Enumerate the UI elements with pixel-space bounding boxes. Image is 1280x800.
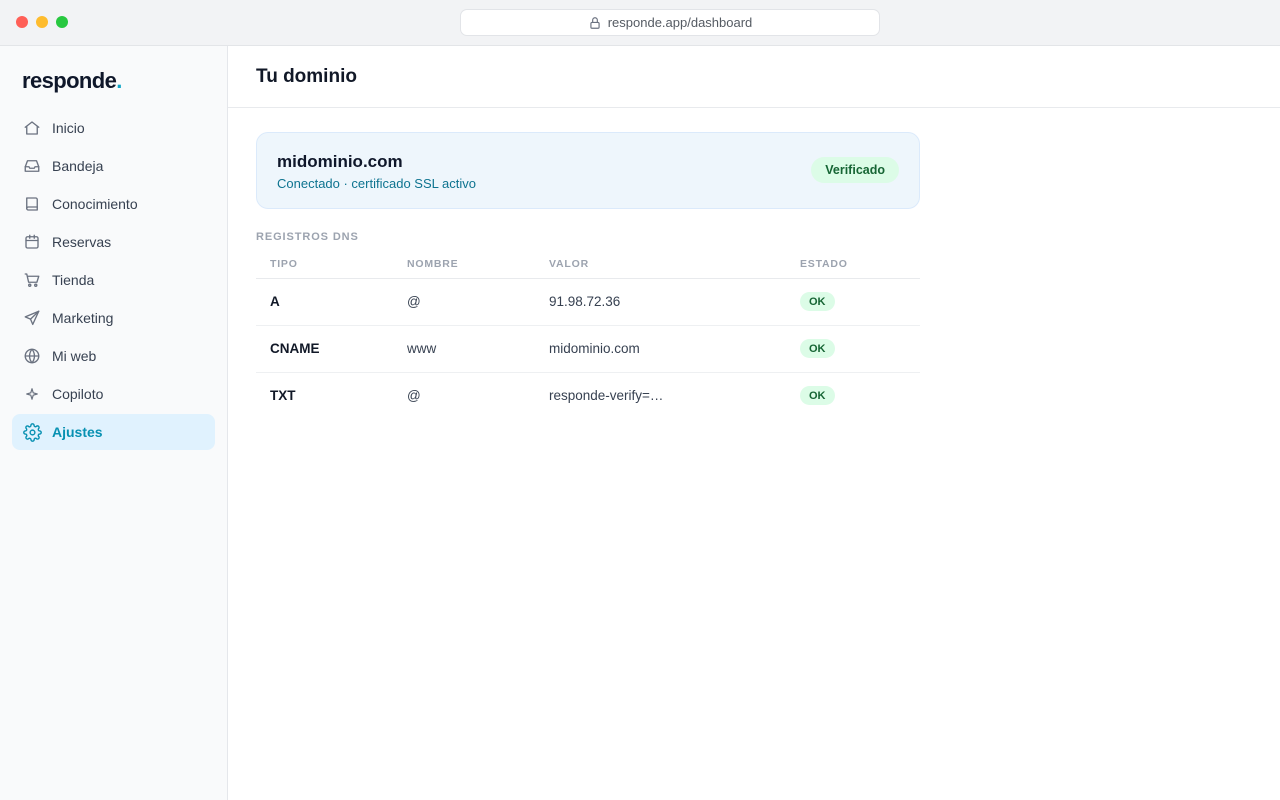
sidebar-item-label: Bandeja	[52, 158, 104, 174]
close-window-button[interactable]	[16, 16, 28, 28]
logo-dot: .	[116, 68, 122, 93]
sidebar-item-bandeja[interactable]: Bandeja	[12, 148, 215, 184]
column-header-nombre: NOMBRE	[407, 251, 549, 279]
inbox-icon	[22, 156, 42, 176]
dns-type-cell: A	[256, 278, 407, 326]
app-logo[interactable]: responde.	[22, 68, 122, 94]
lock-icon	[588, 16, 602, 30]
sidebar-item-conocimiento[interactable]: Conocimiento	[12, 186, 215, 222]
sidebar: responde. Inicio Bandeja Conocimiento Re…	[0, 46, 228, 800]
sidebar-item-tienda[interactable]: Tienda	[12, 262, 215, 298]
sidebar-item-ajustes[interactable]: Ajustes	[12, 414, 215, 450]
globe-icon	[22, 346, 42, 366]
home-icon	[22, 118, 42, 138]
maximize-window-button[interactable]	[56, 16, 68, 28]
dns-type-cell: CNAME	[256, 325, 407, 373]
column-header-valor: VALOR	[549, 251, 800, 279]
sidebar-item-marketing[interactable]: Marketing	[12, 300, 215, 336]
url-text: responde.app/dashboard	[607, 15, 753, 30]
domain-card: midominio.com Conectado · certificado SS…	[256, 132, 920, 209]
minimize-window-button[interactable]	[36, 16, 48, 28]
domain-status-text: Conectado · certificado SSL activo	[277, 176, 476, 191]
page-title: Tu dominio	[256, 65, 357, 87]
dns-name-cell: @	[407, 278, 549, 326]
dns-status-cell: OK	[800, 278, 920, 326]
sidebar-item-inicio[interactable]: Inicio	[12, 110, 215, 146]
book-icon	[22, 194, 42, 214]
sidebar-item-copiloto[interactable]: Copiloto	[12, 376, 215, 412]
send-icon	[22, 308, 42, 328]
table-header-row: TIPO NOMBRE VALOR ESTADO	[256, 251, 920, 279]
sidebar-nav: Inicio Bandeja Conocimiento Reservas Tie…	[12, 110, 215, 452]
cart-icon	[22, 270, 42, 290]
page-header: Tu dominio	[228, 46, 1280, 108]
domain-name: midominio.com	[277, 152, 403, 171]
sidebar-item-reservas[interactable]: Reservas	[12, 224, 215, 260]
column-header-estado: ESTADO	[800, 251, 920, 279]
sparkle-icon	[22, 384, 42, 404]
status-badge: OK	[800, 292, 835, 311]
sidebar-item-label: Tienda	[52, 272, 95, 288]
sidebar-item-label: Ajustes	[52, 424, 103, 440]
sidebar-item-mi-web[interactable]: Mi web	[12, 338, 215, 374]
logo-text: responde	[22, 68, 117, 93]
main-content: Tu dominio midominio.com Conectado · cer…	[228, 46, 1280, 800]
table-row: A @ 91.98.72.36 OK	[256, 278, 920, 326]
status-badge: OK	[800, 339, 835, 358]
address-bar[interactable]: responde.app/dashboard	[460, 9, 880, 36]
sidebar-item-label: Mi web	[52, 348, 97, 364]
sidebar-item-label: Conocimiento	[52, 196, 138, 212]
table-row: TXT @ responde-verify=… OK	[256, 372, 920, 419]
browser-titlebar: responde.app/dashboard	[0, 0, 1280, 46]
dns-status-cell: OK	[800, 325, 920, 373]
dns-section-title: REGISTROS DNS	[256, 231, 359, 243]
dns-value-cell: responde-verify=…	[549, 388, 664, 404]
table-row: CNAME www midominio.com OK	[256, 325, 920, 373]
dns-status-cell: OK	[800, 372, 920, 419]
dns-table: TIPO NOMBRE VALOR ESTADO A @ 91.98.72.36…	[256, 251, 920, 419]
dns-value-cell: 91.98.72.36	[549, 278, 800, 326]
column-header-tipo: TIPO	[256, 251, 407, 279]
dns-name-cell: @	[407, 388, 421, 404]
gear-icon	[22, 422, 42, 442]
sidebar-item-label: Inicio	[52, 120, 85, 136]
calendar-icon	[22, 232, 42, 252]
sidebar-item-label: Marketing	[52, 310, 114, 326]
sidebar-item-label: Copiloto	[52, 386, 104, 402]
status-badge: OK	[800, 386, 835, 406]
dns-value-cell: midominio.com	[549, 325, 800, 373]
verified-badge: Verificado	[811, 157, 899, 183]
dns-name-cell: www	[407, 325, 549, 373]
sidebar-item-label: Reservas	[52, 234, 112, 250]
dns-type-cell: TXT	[270, 388, 296, 404]
